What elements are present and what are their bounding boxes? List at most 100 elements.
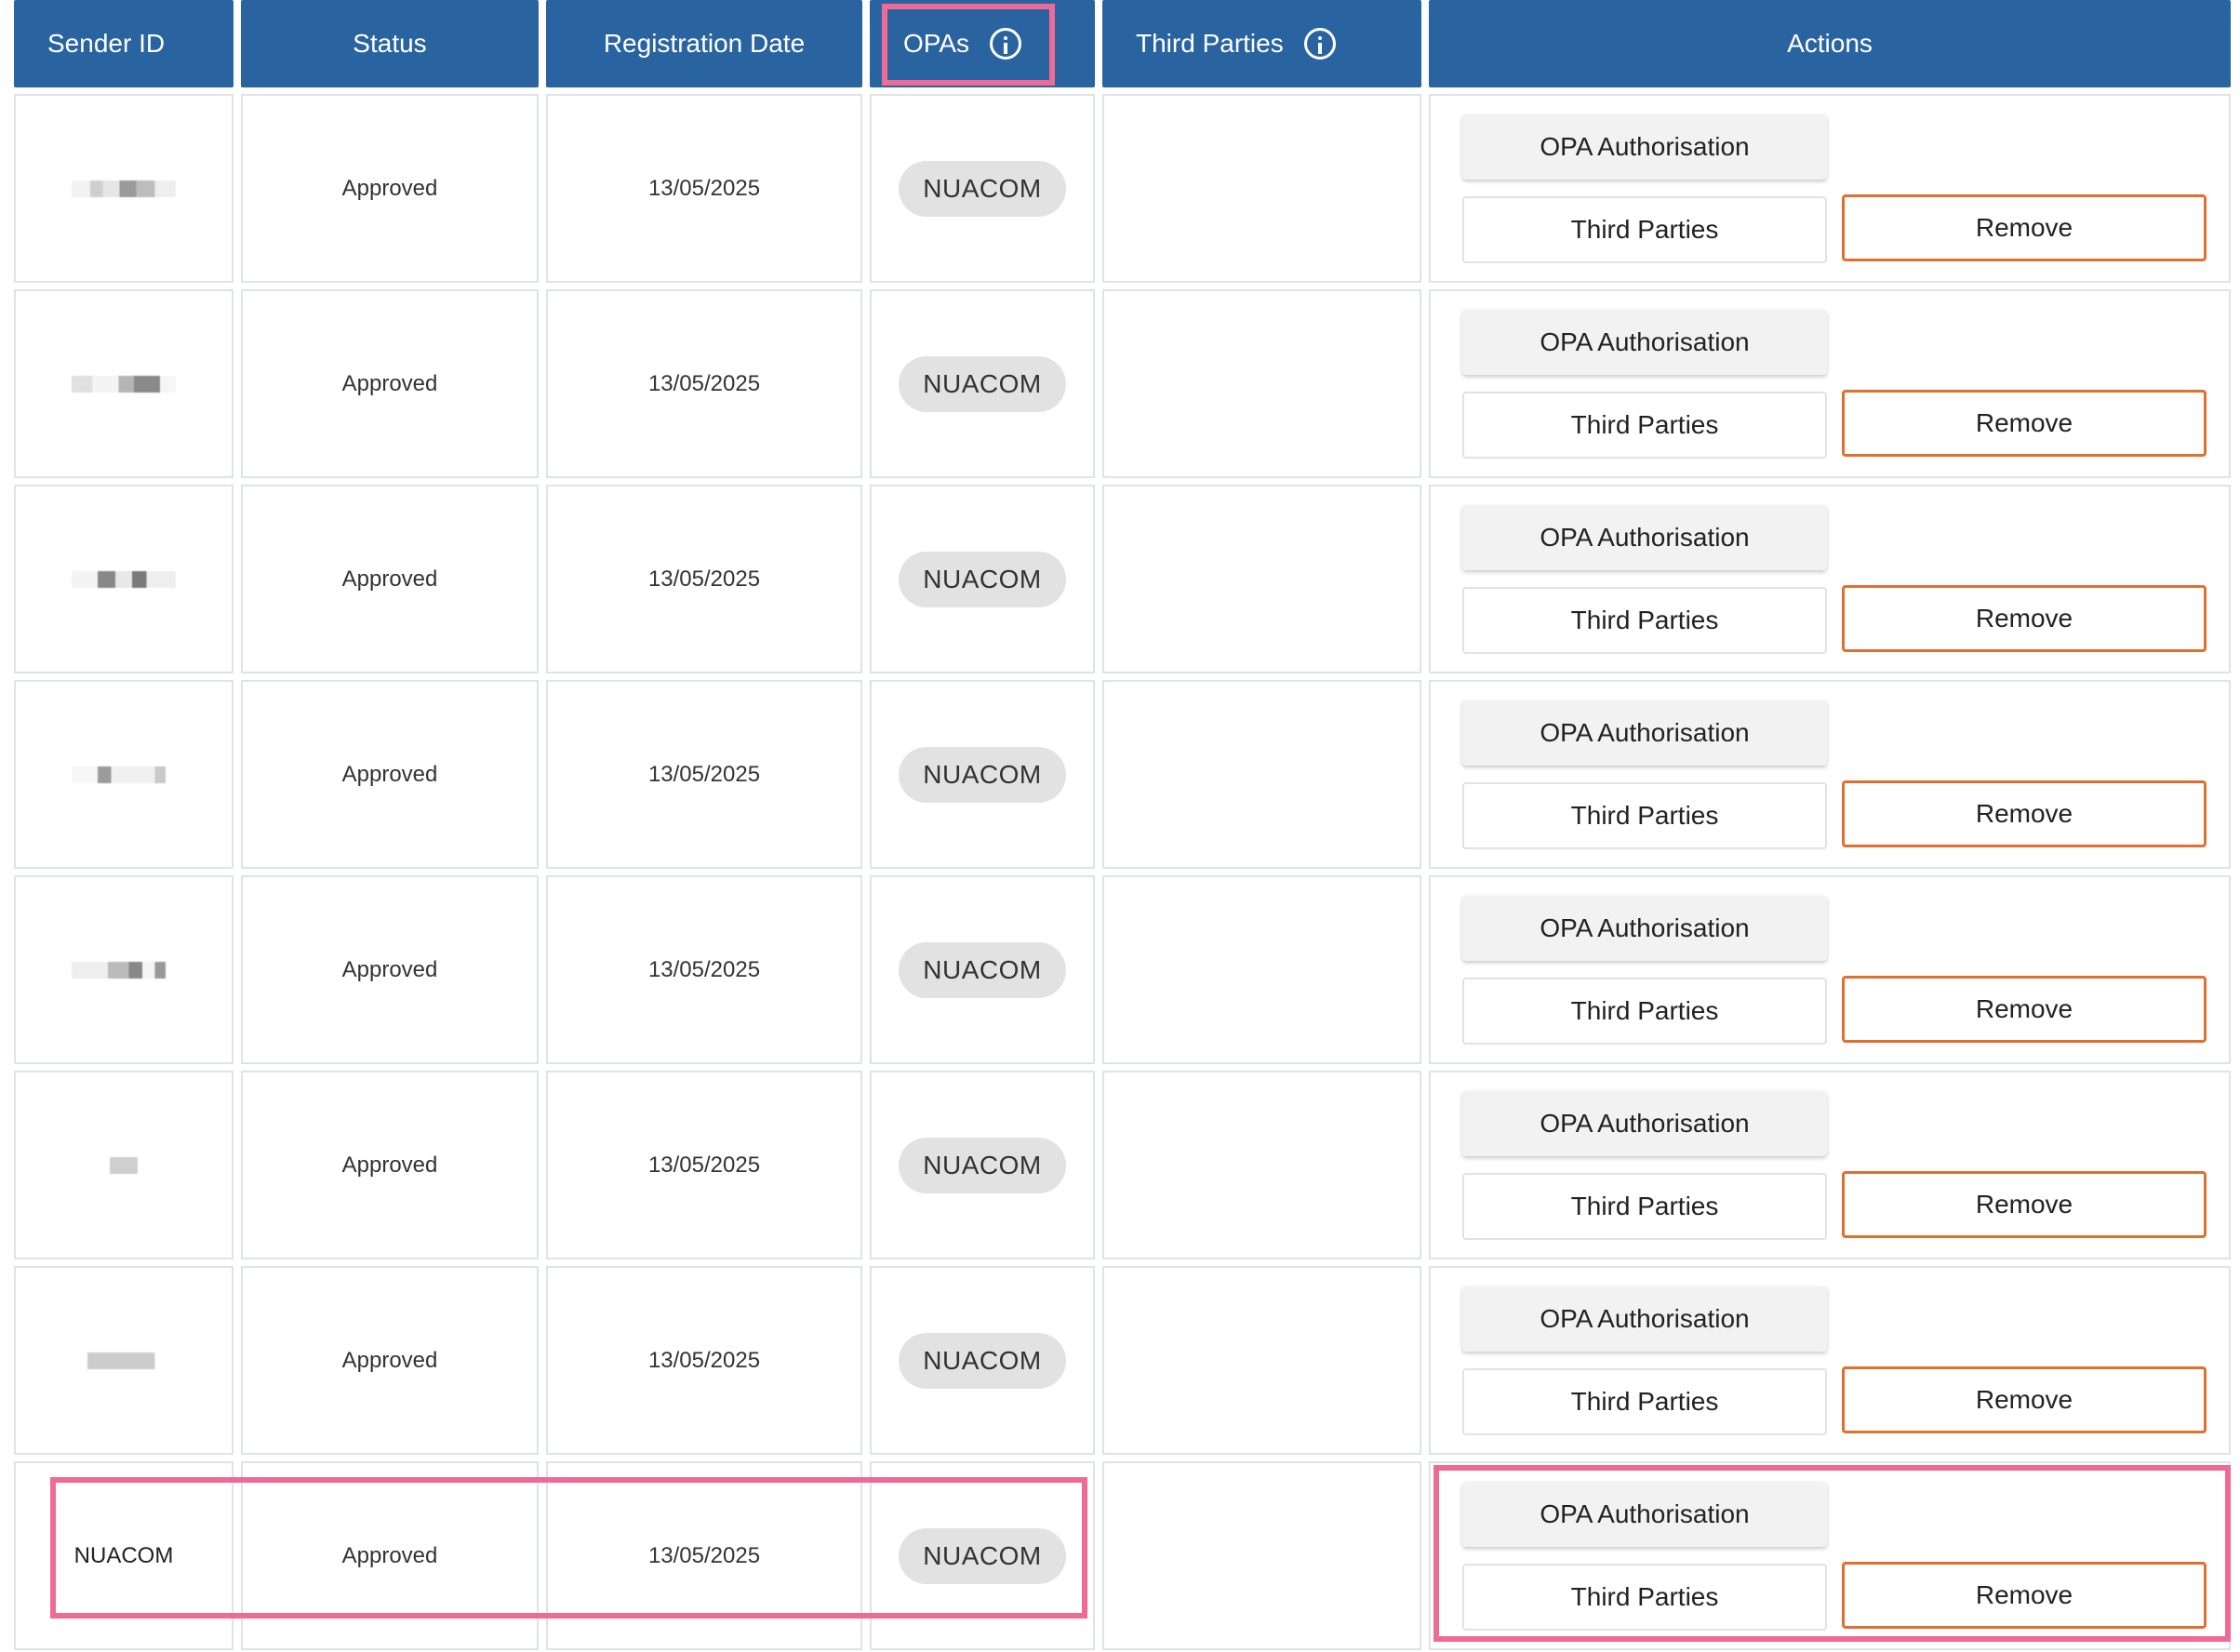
third-parties-cell: [1102, 289, 1421, 478]
opa-chip: NUACOM: [899, 160, 1066, 217]
status-cell: Approved: [241, 1266, 539, 1455]
opa-authorisation-button[interactable]: OPA Authorisation: [1462, 1091, 1827, 1156]
opa-authorisation-button[interactable]: OPA Authorisation: [1462, 310, 1827, 375]
opa-chip: NUACOM: [899, 941, 1066, 998]
opa-cell: NUACOM: [870, 1071, 1095, 1259]
third-parties-cell: [1102, 680, 1421, 869]
third-parties-cell: [1102, 94, 1421, 283]
info-icon[interactable]: [990, 28, 1022, 60]
sender-id-cell: [14, 875, 233, 1064]
redacted-sender-id: [72, 1352, 176, 1369]
header-third-parties[interactable]: Third Parties: [1102, 0, 1421, 87]
third-parties-button[interactable]: Third Parties: [1462, 782, 1827, 849]
actions-cell: OPA Authorisation Third Parties Remove: [1429, 680, 2231, 869]
third-parties-cell: [1102, 1266, 1421, 1455]
opa-chip: NUACOM: [899, 746, 1066, 803]
opa-chip: NUACOM: [899, 1332, 1066, 1389]
third-parties-cell: [1102, 1461, 1421, 1650]
opa-cell: NUACOM: [870, 1266, 1095, 1455]
redacted-sender-id: [72, 570, 176, 588]
header-sender-id-label: Sender ID: [47, 29, 166, 58]
third-parties-button[interactable]: Third Parties: [1462, 1368, 1827, 1435]
third-parties-button[interactable]: Third Parties: [1462, 1173, 1827, 1240]
redacted-sender-id: [110, 1156, 138, 1174]
registration-date-cell: 13/05/2025: [546, 680, 862, 869]
redacted-sender-id: [72, 180, 176, 197]
actions-cell: OPA Authorisation Third Parties Remove: [1429, 485, 2231, 673]
sender-id-table: Sender ID Status Registration Date OPAs …: [14, 0, 2231, 1650]
opa-authorisation-button[interactable]: OPA Authorisation: [1462, 896, 1827, 961]
info-icon[interactable]: [1303, 28, 1336, 60]
opa-cell: NUACOM: [870, 875, 1095, 1064]
opa-chip: NUACOM: [899, 1527, 1066, 1584]
sender-id-cell: [14, 485, 233, 673]
remove-button[interactable]: Remove: [1842, 1562, 2207, 1629]
remove-button[interactable]: Remove: [1842, 976, 2207, 1043]
header-actions-label: Actions: [1787, 29, 1873, 58]
header-registration-date[interactable]: Registration Date: [546, 0, 862, 87]
registration-date-cell: 13/05/2025: [546, 875, 862, 1064]
header-third-parties-label: Third Parties: [1136, 29, 1284, 58]
header-actions: Actions: [1429, 0, 2231, 87]
opa-chip: NUACOM: [899, 355, 1066, 412]
third-parties-button[interactable]: Third Parties: [1462, 587, 1827, 654]
status-cell: Approved: [241, 680, 539, 869]
sender-id-cell: [14, 94, 233, 283]
third-parties-button[interactable]: Third Parties: [1462, 392, 1827, 459]
remove-button[interactable]: Remove: [1842, 1366, 2207, 1433]
opa-cell: NUACOM: [870, 289, 1095, 478]
redacted-sender-id: [72, 375, 176, 393]
actions-cell: OPA Authorisation Third Parties Remove: [1429, 1461, 2231, 1650]
remove-button[interactable]: Remove: [1842, 585, 2207, 652]
opa-authorisation-button[interactable]: OPA Authorisation: [1462, 700, 1827, 766]
status-cell: Approved: [241, 875, 539, 1064]
third-parties-cell: [1102, 485, 1421, 673]
third-parties-button[interactable]: Third Parties: [1462, 196, 1827, 263]
opa-cell: NUACOM: [870, 94, 1095, 283]
actions-cell: OPA Authorisation Third Parties Remove: [1429, 289, 2231, 478]
remove-button[interactable]: Remove: [1842, 390, 2207, 457]
opa-chip: NUACOM: [899, 1137, 1066, 1193]
header-status[interactable]: Status: [241, 0, 539, 87]
opa-cell: NUACOM: [870, 1461, 1095, 1650]
redacted-sender-id: [72, 766, 176, 783]
third-parties-button[interactable]: Third Parties: [1462, 1564, 1827, 1631]
actions-cell: OPA Authorisation Third Parties Remove: [1429, 875, 2231, 1064]
actions-cell: OPA Authorisation Third Parties Remove: [1429, 1266, 2231, 1455]
header-opas[interactable]: OPAs: [870, 0, 1095, 87]
actions-cell: OPA Authorisation Third Parties Remove: [1429, 1071, 2231, 1259]
remove-button[interactable]: Remove: [1842, 780, 2207, 847]
status-cell: Approved: [241, 1461, 539, 1650]
opa-cell: NUACOM: [870, 680, 1095, 869]
remove-button[interactable]: Remove: [1842, 194, 2207, 261]
opa-authorisation-button[interactable]: OPA Authorisation: [1462, 114, 1827, 180]
registration-date-cell: 13/05/2025: [546, 1461, 862, 1650]
opa-authorisation-button[interactable]: OPA Authorisation: [1462, 1286, 1827, 1352]
registration-date-cell: 13/05/2025: [546, 94, 862, 283]
status-cell: Approved: [241, 485, 539, 673]
remove-button[interactable]: Remove: [1842, 1171, 2207, 1238]
status-cell: Approved: [241, 1071, 539, 1259]
registration-date-cell: 13/05/2025: [546, 1071, 862, 1259]
header-sender-id[interactable]: Sender ID: [14, 0, 233, 87]
sender-id-cell: [14, 1266, 233, 1455]
sender-id-cell: [14, 289, 233, 478]
sender-id-cell: NUACOM: [14, 1461, 233, 1650]
header-opas-label: OPAs: [903, 29, 970, 58]
opa-authorisation-button[interactable]: OPA Authorisation: [1462, 505, 1827, 570]
header-status-label: Status: [353, 29, 427, 58]
third-parties-cell: [1102, 875, 1421, 1064]
sender-id-value: NUACOM: [73, 1542, 174, 1568]
opa-authorisation-button[interactable]: OPA Authorisation: [1462, 1482, 1827, 1547]
opa-cell: NUACOM: [870, 485, 1095, 673]
redacted-sender-id: [72, 961, 176, 979]
actions-cell: OPA Authorisation Third Parties Remove: [1429, 94, 2231, 283]
registration-date-cell: 13/05/2025: [546, 1266, 862, 1455]
third-parties-button[interactable]: Third Parties: [1462, 978, 1827, 1045]
registration-date-cell: 13/05/2025: [546, 289, 862, 478]
third-parties-cell: [1102, 1071, 1421, 1259]
status-cell: Approved: [241, 94, 539, 283]
opa-chip: NUACOM: [899, 551, 1066, 607]
header-registration-date-label: Registration Date: [603, 29, 806, 58]
sender-id-cell: [14, 1071, 233, 1259]
